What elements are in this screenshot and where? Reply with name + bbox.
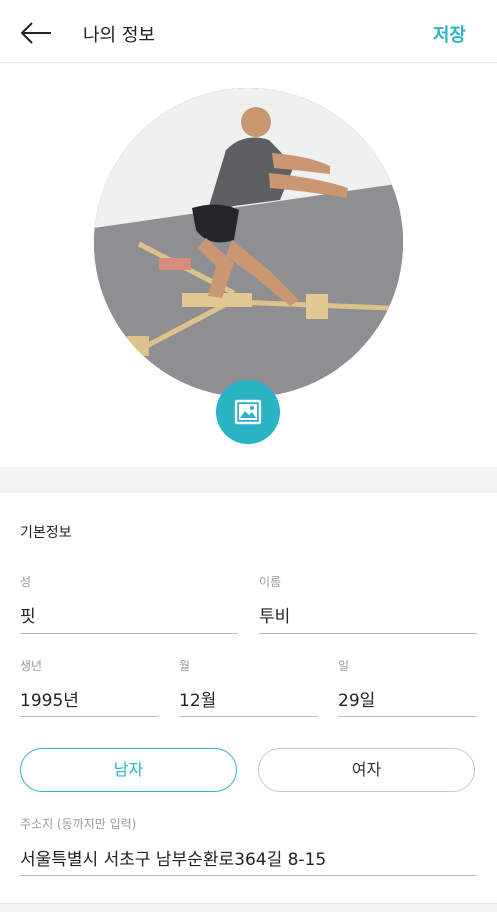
birth-month-underline bbox=[179, 716, 318, 717]
first-name-label: 이름 bbox=[259, 575, 282, 589]
gender-male-button[interactable]: 남자 bbox=[20, 748, 237, 792]
gender-female-button[interactable]: 여자 bbox=[258, 748, 475, 792]
birth-month-field[interactable]: 12월 bbox=[179, 686, 216, 711]
image-icon bbox=[234, 399, 262, 425]
change-photo-button[interactable] bbox=[216, 380, 280, 444]
birth-day-underline bbox=[338, 716, 477, 717]
basic-info-form: 기본정보 성 핏 이름 투비 생년 1995년 월 12월 일 29일 남자 여… bbox=[0, 493, 497, 911]
birth-day-field[interactable]: 29일 bbox=[338, 686, 375, 711]
birth-day-label: 일 bbox=[338, 659, 350, 673]
first-name-field[interactable]: 투비 bbox=[259, 602, 290, 627]
profile-photo bbox=[94, 88, 403, 397]
last-name-underline bbox=[20, 633, 238, 634]
section-divider bbox=[0, 467, 497, 494]
address-field[interactable]: 서울특별시 서초구 남부순환로364길 8-15 bbox=[20, 845, 326, 870]
birth-year-underline bbox=[20, 716, 159, 717]
birth-year-label: 생년 bbox=[20, 659, 43, 673]
last-name-label: 성 bbox=[20, 575, 32, 589]
back-arrow-icon[interactable] bbox=[18, 18, 54, 48]
page-title: 나의 정보 bbox=[83, 25, 155, 46]
app-header: 나의 정보 저장 bbox=[0, 0, 497, 63]
address-underline bbox=[20, 875, 477, 876]
address-label: 주소지 (동까지만 입력) bbox=[20, 817, 137, 831]
birth-month-label: 월 bbox=[179, 659, 191, 673]
birth-year-field[interactable]: 1995년 bbox=[20, 686, 79, 711]
first-name-underline bbox=[259, 633, 477, 634]
save-button[interactable]: 저장 bbox=[433, 21, 466, 47]
profile-photo-section bbox=[0, 63, 497, 467]
section-title: 기본정보 bbox=[20, 525, 72, 541]
last-name-field[interactable]: 핏 bbox=[20, 602, 36, 627]
